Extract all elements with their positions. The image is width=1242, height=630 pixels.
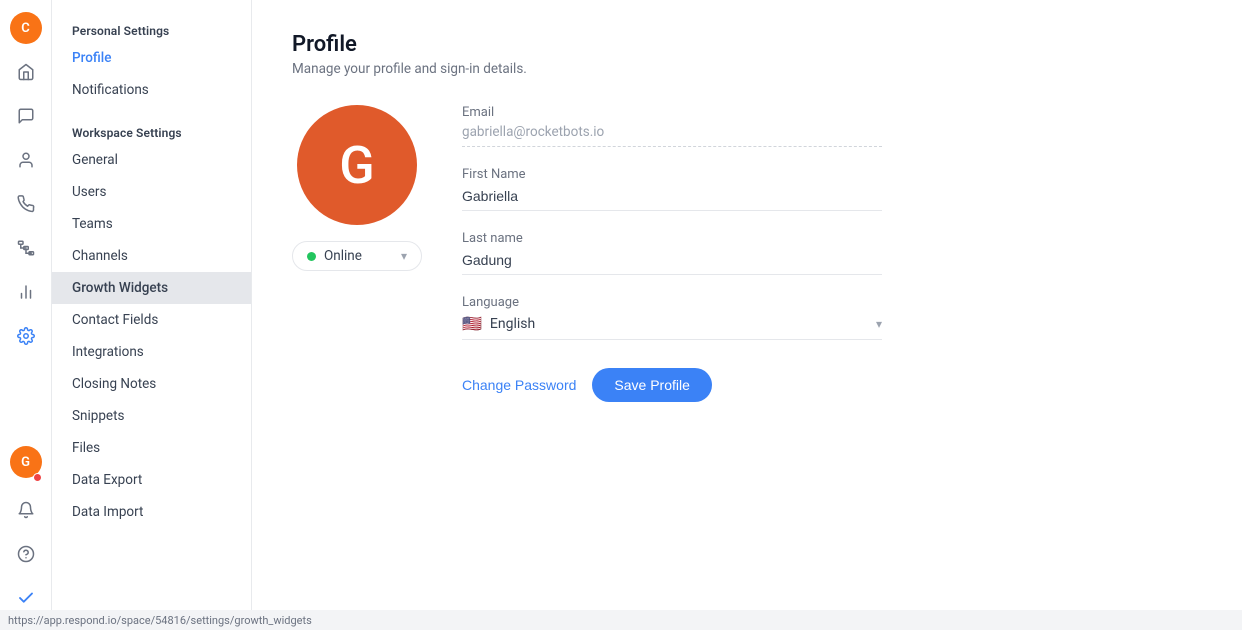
sidebar-icon-help[interactable]	[6, 534, 46, 574]
status-dropdown[interactable]: Online ▾	[292, 241, 422, 271]
sidebar-icon-chat[interactable]	[6, 96, 46, 136]
sidebar-item-profile[interactable]: Profile	[52, 42, 251, 74]
sidebar-icon-broadcast[interactable]	[6, 184, 46, 224]
last-name-label: Last name	[462, 231, 882, 246]
status-bar-url: https://app.respond.io/space/54816/setti…	[8, 614, 312, 627]
page-title: Profile	[292, 32, 1202, 57]
status-bar: https://app.respond.io/space/54816/setti…	[0, 610, 1242, 630]
status-dot	[307, 252, 316, 261]
language-select[interactable]: 🇺🇸 English ▾	[462, 314, 882, 340]
sidebar-item-contact-fields[interactable]: Contact Fields	[52, 304, 251, 336]
language-value-area: 🇺🇸 English	[462, 314, 535, 333]
nav-sidebar: Personal Settings Profile Notifications …	[52, 0, 252, 630]
sidebar-icon-bell[interactable]	[6, 490, 46, 530]
sidebar-item-closing-notes[interactable]: Closing Notes	[52, 368, 251, 400]
sidebar-item-teams[interactable]: Teams	[52, 208, 251, 240]
last-name-group: Last name	[462, 231, 882, 275]
language-group: Language 🇺🇸 English ▾	[462, 295, 882, 340]
sidebar-item-users[interactable]: Users	[52, 176, 251, 208]
icon-sidebar-bottom: G	[6, 446, 46, 618]
sidebar-item-channels[interactable]: Channels	[52, 240, 251, 272]
personal-settings-label: Personal Settings	[52, 16, 251, 42]
language-flag: 🇺🇸	[462, 314, 482, 333]
sidebar-item-general[interactable]: General	[52, 144, 251, 176]
sidebar-icon-hierarchy[interactable]	[6, 228, 46, 268]
avatar-section: G Online ▾	[292, 105, 422, 271]
change-password-button[interactable]: Change Password	[462, 369, 576, 401]
workspace-avatar[interactable]: C	[10, 12, 42, 44]
first-name-label: First Name	[462, 167, 882, 182]
language-label: Language	[462, 295, 882, 310]
first-name-group: First Name	[462, 167, 882, 211]
sidebar-icon-reports[interactable]	[6, 272, 46, 312]
page-subtitle: Manage your profile and sign-in details.	[292, 61, 1202, 77]
last-name-input[interactable]	[462, 252, 882, 275]
sidebar-item-growth-widgets[interactable]: Growth Widgets	[52, 272, 251, 304]
status-label: Online	[324, 248, 362, 264]
first-name-input[interactable]	[462, 188, 882, 211]
status-chevron-icon: ▾	[401, 249, 407, 263]
sidebar-icon-settings[interactable]	[6, 316, 46, 356]
sidebar-item-notifications[interactable]: Notifications	[52, 74, 251, 106]
profile-avatar[interactable]: G	[297, 105, 417, 225]
main-content: Profile Manage your profile and sign-in …	[252, 0, 1242, 630]
form-section: Email gabriella@rocketbots.io First Name…	[462, 105, 882, 402]
sidebar-item-files[interactable]: Files	[52, 432, 251, 464]
email-group: Email gabriella@rocketbots.io	[462, 105, 882, 147]
sidebar-item-snippets[interactable]: Snippets	[52, 400, 251, 432]
icon-sidebar: C G	[0, 0, 52, 630]
notification-dot	[33, 473, 42, 482]
form-actions: Change Password Save Profile	[462, 368, 882, 402]
sidebar-item-data-import[interactable]: Data Import	[52, 496, 251, 528]
language-chevron-icon: ▾	[876, 317, 882, 331]
sidebar-icon-contacts[interactable]	[6, 140, 46, 180]
profile-area: G Online ▾ Email gabriella@rocketbots.io…	[292, 105, 1202, 402]
email-value: gabriella@rocketbots.io	[462, 124, 882, 147]
workspace-settings-label: Workspace Settings	[52, 118, 251, 144]
save-profile-button[interactable]: Save Profile	[592, 368, 711, 402]
sidebar-item-integrations[interactable]: Integrations	[52, 336, 251, 368]
language-text: English	[490, 316, 535, 332]
sidebar-item-data-export[interactable]: Data Export	[52, 464, 251, 496]
email-label: Email	[462, 105, 882, 120]
sidebar-icon-home[interactable]	[6, 52, 46, 92]
